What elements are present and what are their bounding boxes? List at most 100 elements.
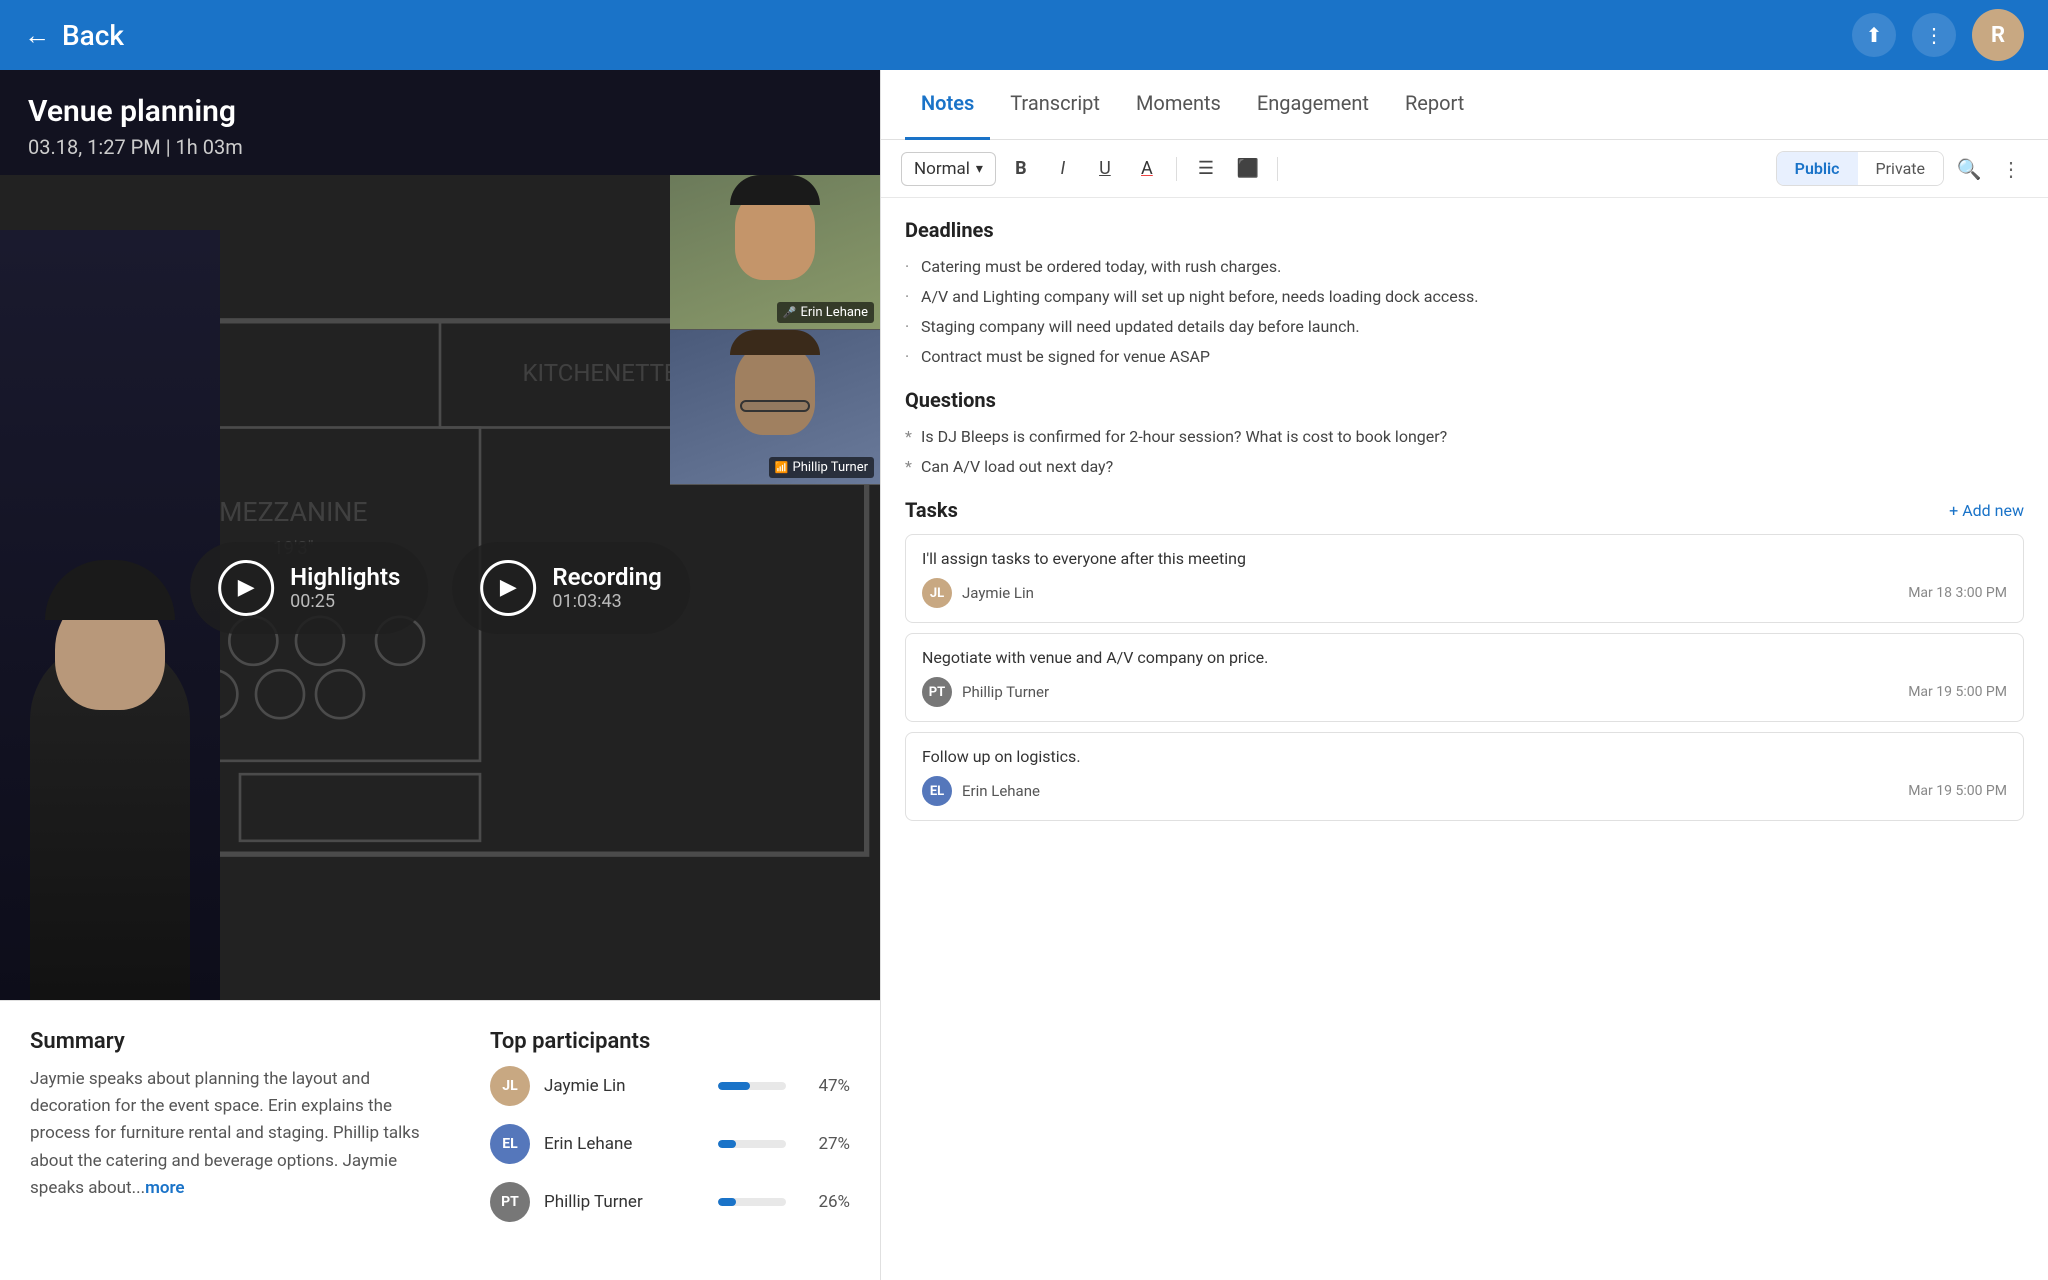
search-icon: 🔍 xyxy=(1957,157,1982,181)
format-label: Normal xyxy=(914,159,970,179)
top-bar-right: ⬆ ⋮ R xyxy=(1852,9,2024,61)
participant-percentage: 27% xyxy=(800,1134,850,1154)
align-button[interactable]: ⬛ xyxy=(1231,152,1265,186)
task-assignee: JLJaymie LinMar 18 3:00 PM xyxy=(922,578,2007,608)
italic-button[interactable]: I xyxy=(1046,152,1080,186)
tasks-header: Tasks + Add new xyxy=(905,498,2024,522)
right-panel: NotesTranscriptMomentsEngagementReport N… xyxy=(880,70,2048,1280)
svg-text:KITCHENETTE: KITCHENETTE xyxy=(522,359,677,387)
task-avatar: JL xyxy=(922,578,952,608)
list-item: Is DJ Bleeps is confirmed for 2-hour ses… xyxy=(905,422,2024,452)
task-avatar: PT xyxy=(922,677,952,707)
share-icon: ⬆ xyxy=(1866,23,1883,47)
list-item: Staging company will need updated detail… xyxy=(905,312,2024,342)
participant-name: Erin Lehane xyxy=(544,1134,704,1154)
participant-name: Jaymie Lin xyxy=(544,1076,704,1096)
back-button-label[interactable]: Back xyxy=(62,19,124,52)
participant-percentage: 26% xyxy=(800,1192,850,1212)
text-color-button[interactable]: A xyxy=(1130,152,1164,186)
participant-avatar: PT xyxy=(490,1182,530,1222)
task-description: I'll assign tasks to everyone after this… xyxy=(922,549,2007,568)
bold-button[interactable]: B xyxy=(1004,152,1038,186)
toolbar-separator-1 xyxy=(1176,157,1177,181)
notes-content: Deadlines Catering must be ordered today,… xyxy=(881,198,2048,1280)
task-assignee: ELErin LehaneMar 19 5:00 PM xyxy=(922,776,2007,806)
task-card: Negotiate with venue and A/V company on … xyxy=(905,633,2024,722)
task-date: Mar 19 5:00 PM xyxy=(1908,684,2007,700)
search-button[interactable]: 🔍 xyxy=(1952,152,1986,186)
meeting-meta: 03.18, 1:27 PM | 1h 03m xyxy=(28,135,852,159)
task-card: Follow up on logistics.ELErin LehaneMar … xyxy=(905,732,2024,821)
summary-section: Summary Jaymie speaks about planning the… xyxy=(30,1029,450,1252)
mic-icon: 🎤 xyxy=(783,306,797,319)
participant-percentage: 47% xyxy=(800,1076,850,1096)
user-avatar[interactable]: R xyxy=(1972,9,2024,61)
participant-avatar: EL xyxy=(490,1124,530,1164)
tab-transcript[interactable]: Transcript xyxy=(994,70,1116,140)
participant-bar-container xyxy=(718,1082,786,1090)
more-options-button[interactable]: ⋮ xyxy=(1912,13,1956,57)
top-bar: ← Back ⬆ ⋮ R xyxy=(0,0,2048,70)
participants-section: Top participants JLJaymie Lin47%ELErin L… xyxy=(490,1029,850,1252)
list-button[interactable]: ☰ xyxy=(1189,152,1223,186)
highlights-play-card[interactable]: ▶ Highlights 00:25 xyxy=(190,542,428,634)
task-card: I'll assign tasks to everyone after this… xyxy=(905,534,2024,623)
more-icon: ⋮ xyxy=(1924,23,1944,47)
underline-button[interactable]: U xyxy=(1088,152,1122,186)
tab-report[interactable]: Report xyxy=(1389,70,1480,140)
recording-play-icon: ▶ xyxy=(480,560,536,616)
participants-list: JLJaymie Lin47%ELErin Lehane27%PTPhillip… xyxy=(490,1066,850,1222)
tasks-title: Tasks xyxy=(905,498,958,522)
tab-notes[interactable]: Notes xyxy=(905,70,990,140)
highlights-info: Highlights 00:25 xyxy=(290,563,400,612)
recording-play-card[interactable]: ▶ Recording 01:03:43 xyxy=(452,542,689,634)
visibility-toggle: Public Private xyxy=(1776,151,1944,186)
recording-duration: 01:03:43 xyxy=(552,591,661,612)
tab-engagement[interactable]: Engagement xyxy=(1241,70,1385,140)
private-button[interactable]: Private xyxy=(1858,152,1943,185)
add-new-task-button[interactable]: + Add new xyxy=(1949,501,2024,520)
task-description: Negotiate with venue and A/V company on … xyxy=(922,648,2007,667)
format-select[interactable]: Normal ▾ xyxy=(901,152,996,186)
meeting-info: Venue planning 03.18, 1:27 PM | 1h 03m xyxy=(0,70,880,175)
highlights-label: Highlights xyxy=(290,563,400,591)
more-toolbar-button[interactable]: ⋮ xyxy=(1994,152,2028,186)
summary-more-link[interactable]: more xyxy=(145,1178,185,1198)
list-item: Can A/V load out next day? xyxy=(905,452,2024,482)
task-assignee-name: Phillip Turner xyxy=(962,683,1898,701)
tabs-bar: NotesTranscriptMomentsEngagementReport xyxy=(881,70,2048,140)
avatar-initial: R xyxy=(1991,23,2005,48)
notes-list: Catering must be ordered today, with rus… xyxy=(905,252,2024,372)
list-item: A/V and Lighting company will set up nig… xyxy=(905,282,2024,312)
toolbar-separator-2 xyxy=(1277,157,1278,181)
participant-row: JLJaymie Lin47% xyxy=(490,1066,850,1106)
notes-toolbar: Normal ▾ B I U A ☰ ⬛ Public Private 🔍 ⋮ xyxy=(881,140,2048,198)
tab-moments[interactable]: Moments xyxy=(1120,70,1237,140)
chevron-down-icon: ▾ xyxy=(976,161,983,177)
task-assignee: PT Phillip Turner Mar 19 5:00 PM xyxy=(922,677,2007,707)
participants-heading: Top participants xyxy=(490,1029,850,1054)
bottom-section: Summary Jaymie speaks about planning the… xyxy=(0,1000,880,1280)
erin-label: 🎤 Erin Lehane xyxy=(777,302,874,323)
participant-bar xyxy=(718,1082,750,1090)
task-assignee-name: Jaymie Lin xyxy=(962,584,1898,602)
list-item: Catering must be ordered today, with rus… xyxy=(905,252,2024,282)
svg-text:MEZZANINE: MEZZANINE xyxy=(219,496,367,528)
participant-bar-container xyxy=(718,1198,786,1206)
participant-bar xyxy=(718,1198,736,1206)
share-button[interactable]: ⬆ xyxy=(1852,13,1896,57)
video-area: KITCHENETTE MEZZANINE 19'3" xyxy=(0,175,880,1000)
play-buttons-overlay: ▶ Highlights 00:25 ▶ Recording 01:03:43 xyxy=(190,542,690,634)
back-arrow-icon[interactable]: ← xyxy=(24,20,50,51)
summary-text: Jaymie speaks about planning the layout … xyxy=(30,1066,450,1202)
participant-row: PT Phillip Turner 26% xyxy=(490,1182,850,1222)
main-layout: Venue planning 03.18, 1:27 PM | 1h 03m K… xyxy=(0,70,2048,1280)
participant-name: Phillip Turner xyxy=(544,1192,704,1212)
task-assignee-name: Erin Lehane xyxy=(962,782,1898,800)
participant-thumb-phillip: 📶 Phillip Turner xyxy=(670,330,880,485)
highlights-play-icon: ▶ xyxy=(218,560,274,616)
public-button[interactable]: Public xyxy=(1777,152,1858,185)
notes-section-title: Questions xyxy=(905,388,2024,412)
notes-section-title: Deadlines xyxy=(905,218,2024,242)
participant-bar-container xyxy=(718,1140,786,1148)
